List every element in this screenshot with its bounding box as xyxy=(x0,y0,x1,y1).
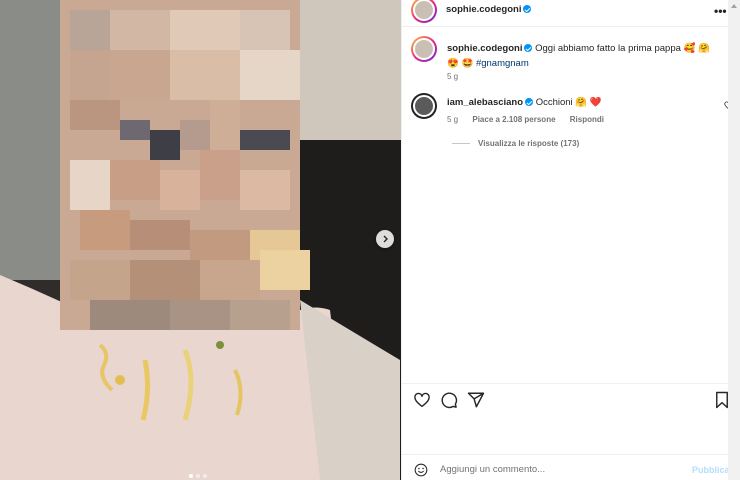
send-icon[interactable] xyxy=(467,391,485,409)
composer-divider xyxy=(402,454,740,455)
chevron-right-icon xyxy=(383,235,388,243)
caption-author-avatar[interactable] xyxy=(411,36,437,62)
carousel-dot xyxy=(196,474,200,478)
comment: iam_alebasciano Occhioni 🤗 ❤️ xyxy=(447,97,602,108)
caption-text: Oggi abbiamo fatto la prima pappa 🥰 🤗 xyxy=(535,43,710,54)
commenter-username[interactable]: iam_alebasciano xyxy=(447,97,523,108)
author-username[interactable]: sophie.codegoni xyxy=(446,4,521,15)
comment-time: 5 g xyxy=(447,115,459,124)
carousel-indicator xyxy=(189,474,207,478)
post-photo-pixelated xyxy=(0,0,401,480)
post-caption: sophie.codegoni Oggi abbiamo fatto la pr… xyxy=(447,41,717,71)
author-avatar[interactable] xyxy=(411,0,437,23)
comment-input[interactable] xyxy=(440,461,680,477)
emoji-icon[interactable] xyxy=(414,463,428,477)
caption-meta: 5 g xyxy=(447,72,470,81)
reply-button[interactable]: Rispondi xyxy=(570,115,604,124)
replies-line xyxy=(452,143,470,144)
view-replies-button[interactable]: Visualizza le risposte (173) xyxy=(452,139,579,148)
caption-author-username[interactable]: sophie.codegoni xyxy=(447,43,522,54)
verified-icon xyxy=(524,44,533,53)
actions-divider xyxy=(402,383,740,384)
more-options-icon[interactable]: ••• xyxy=(714,4,727,18)
publish-button[interactable]: Pubblica xyxy=(692,465,730,475)
comment-likes[interactable]: Piace a 2.108 persone xyxy=(472,115,555,124)
next-image-button[interactable] xyxy=(376,230,394,248)
post-detail-panel: sophie.codegoni ••• sophie.codegoni Oggi… xyxy=(401,0,740,480)
scroll-up-arrow[interactable] xyxy=(731,4,737,8)
commenter-avatar[interactable] xyxy=(411,93,437,119)
carousel-dot xyxy=(203,474,207,478)
hashtag-link[interactable]: #gnamgnam xyxy=(476,58,529,69)
post-media[interactable] xyxy=(0,0,401,480)
post-author-header[interactable]: sophie.codegoni xyxy=(446,4,532,15)
heart-icon[interactable] xyxy=(413,391,431,409)
comment-meta: 5 g Piace a 2.108 persone Rispondi xyxy=(447,115,616,124)
scrollbar[interactable] xyxy=(728,0,740,480)
header-divider xyxy=(402,26,740,27)
comment-icon[interactable] xyxy=(440,391,458,409)
caption-time: 5 g xyxy=(447,72,459,81)
verified-icon xyxy=(523,5,532,14)
carousel-dot xyxy=(189,474,193,478)
caption-emoji-line: 😍 🤩 xyxy=(447,58,474,69)
comment-text: Occhioni 🤗 ❤️ xyxy=(535,97,602,108)
view-replies-label: Visualizza le risposte (173) xyxy=(478,139,580,148)
comment-composer: Pubblica xyxy=(402,456,740,480)
verified-icon xyxy=(525,98,534,107)
